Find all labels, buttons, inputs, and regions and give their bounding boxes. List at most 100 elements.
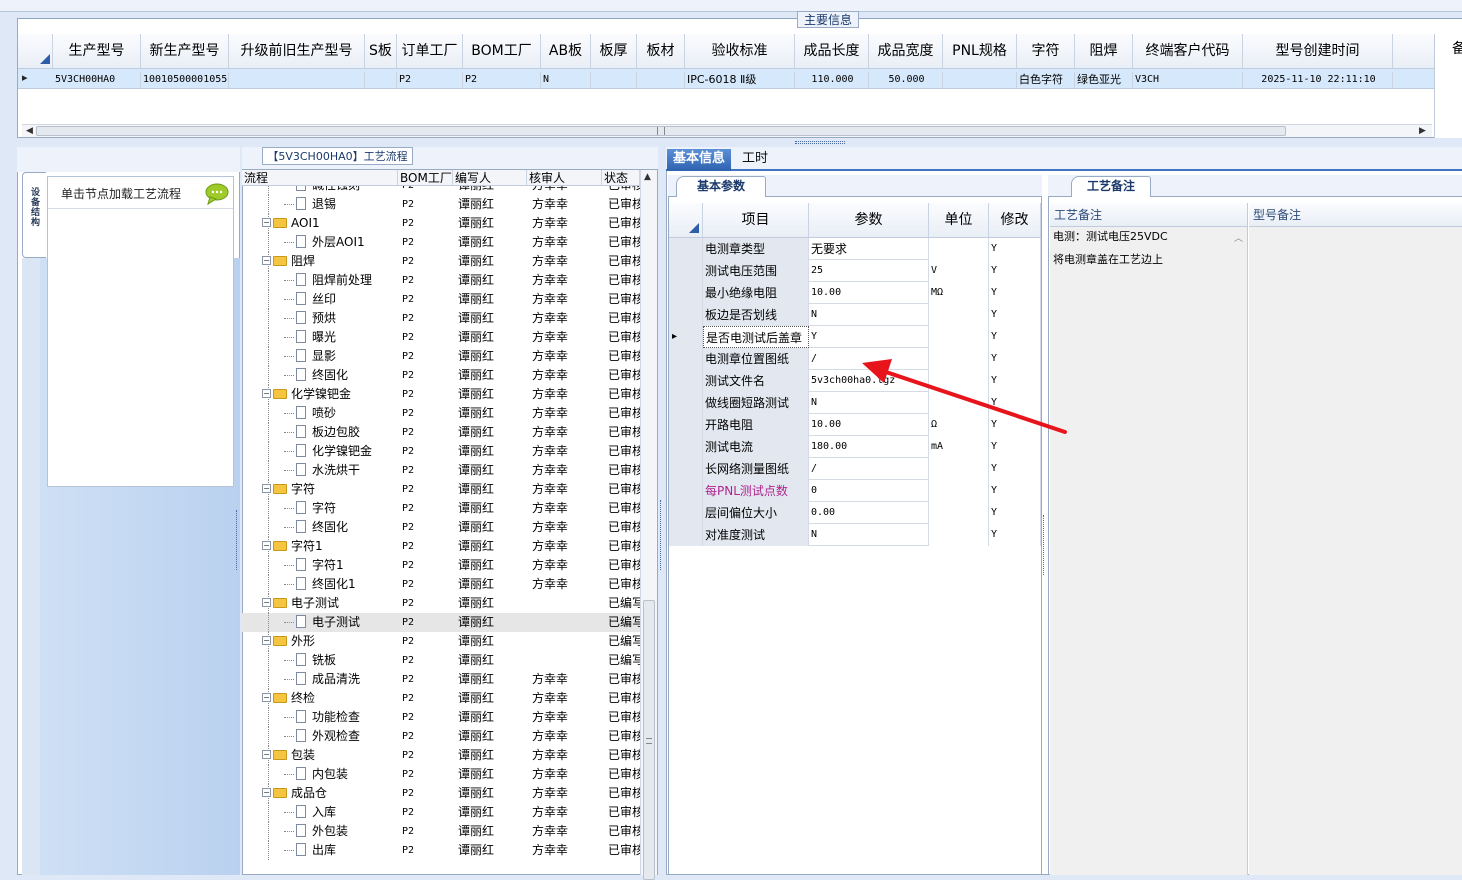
- param-param-cell[interactable]: 25: [809, 260, 929, 282]
- param-param-cell[interactable]: 无要求: [809, 238, 929, 260]
- column-header[interactable]: 字符: [1017, 34, 1075, 68]
- collapse-toggle-icon[interactable]: −: [262, 389, 271, 398]
- row-cell[interactable]: 10010500001055: [141, 72, 229, 88]
- param-param-cell[interactable]: 0: [809, 480, 929, 502]
- flow-column-header[interactable]: 编写人: [453, 170, 527, 185]
- flow-column-header[interactable]: BOM工厂: [398, 170, 453, 185]
- param-row[interactable]: 长网络测量图纸 / Y: [669, 458, 1041, 480]
- row-cell[interactable]: 50.000: [869, 72, 943, 88]
- flow-row[interactable]: 字符1 P2 谭丽红 方幸幸 已审核: [242, 556, 640, 575]
- param-row[interactable]: 对准度测试 N Y: [669, 524, 1041, 546]
- param-row[interactable]: ▸ 是否电测试后盖章 Y Y: [669, 326, 1041, 348]
- flow-row[interactable]: − AOI1 P2 谭丽红 方幸幸 已审核: [242, 214, 640, 233]
- row-cell[interactable]: P2: [397, 72, 463, 88]
- collapse-toggle-icon[interactable]: −: [262, 541, 271, 550]
- flow-row[interactable]: 内包装 P2 谭丽红 方幸幸 已审核: [242, 765, 640, 784]
- flow-row[interactable]: 外层AOI1 P2 谭丽红 方幸幸 已审核: [242, 233, 640, 252]
- flow-row[interactable]: 预烘 P2 谭丽红 方幸幸 已审核: [242, 309, 640, 328]
- collapse-toggle-icon[interactable]: −: [262, 598, 271, 607]
- main-grid-row[interactable]: ▸ 5V3CH00HA0 10010500001055 P2 P2 N IPC-6018 …: [18, 69, 1434, 89]
- param-row[interactable]: 电测章类型 无要求 Y: [669, 238, 1041, 260]
- params-splitter-grip-icon[interactable]: [1043, 515, 1047, 575]
- column-header[interactable]: AB板: [541, 34, 591, 68]
- flow-row[interactable]: − 化学镍钯金 P2 谭丽红 方幸幸 已审核: [242, 385, 640, 404]
- flow-row[interactable]: 电子测试 P2 谭丽红 已编写: [242, 613, 640, 632]
- collapse-toggle-icon[interactable]: −: [262, 218, 271, 227]
- column-header[interactable]: 板材: [637, 34, 685, 68]
- flow-vscrollbar[interactable]: ▲: [640, 170, 657, 880]
- column-header[interactable]: 成品宽度: [869, 34, 943, 68]
- column-header[interactable]: 阻焊: [1075, 34, 1133, 68]
- scroll-up-arrow-icon[interactable]: ▲: [644, 172, 651, 182]
- flow-row[interactable]: 入库 P2 谭丽红 方幸幸 已审核: [242, 803, 640, 822]
- row-cell[interactable]: V3CH: [1133, 72, 1243, 88]
- flow-row[interactable]: 外观检查 P2 谭丽红 方幸幸 已审核: [242, 727, 640, 746]
- collapse-toggle-icon[interactable]: −: [262, 693, 271, 702]
- column-header[interactable]: 订单工厂: [397, 34, 463, 68]
- row-cell[interactable]: [943, 72, 1017, 88]
- scroll-left-arrow-icon[interactable]: ◀: [26, 126, 33, 136]
- row-cell[interactable]: P2: [463, 72, 541, 88]
- column-header[interactable]: 板厚: [591, 34, 637, 68]
- row-cell[interactable]: 110.000: [795, 72, 869, 88]
- model-remarks-text[interactable]: [1249, 227, 1462, 875]
- flow-row[interactable]: 水洗烘干 P2 谭丽红 方幸幸 已审核: [242, 461, 640, 480]
- row-cell[interactable]: [591, 72, 637, 88]
- collapse-toggle-icon[interactable]: −: [262, 256, 271, 265]
- flow-row[interactable]: − 终检 P2 谭丽红 方幸幸 已审核: [242, 689, 640, 708]
- tab-basic-info[interactable]: 基本信息: [667, 149, 731, 171]
- flow-row[interactable]: 出库 P2 谭丽红 方幸幸 已审核: [242, 841, 640, 860]
- column-header[interactable]: PNL规格: [943, 34, 1017, 68]
- left-splitter-grip-icon[interactable]: [236, 510, 240, 570]
- collapse-toggle-icon[interactable]: −: [262, 750, 271, 759]
- mid-splitter-grip-icon[interactable]: [660, 500, 664, 570]
- flow-row[interactable]: − 阻焊 P2 谭丽红 方幸幸 已审核: [242, 252, 640, 271]
- flow-row[interactable]: 喷砂 P2 谭丽红 方幸幸 已审核: [242, 404, 640, 423]
- column-header[interactable]: 生产型号: [53, 34, 141, 68]
- flow-row[interactable]: 终固化 P2 谭丽红 方幸幸 已审核: [242, 518, 640, 537]
- collapse-toggle-icon[interactable]: −: [262, 636, 271, 645]
- row-cell[interactable]: 5V3CH00HA0: [53, 72, 141, 88]
- row-cell[interactable]: [365, 72, 397, 88]
- row-cell[interactable]: 绿色亚光: [1075, 72, 1133, 88]
- horizontal-splitter[interactable]: [0, 139, 1462, 146]
- param-row[interactable]: 最小绝缘电阻 10.00 MΩ Y: [669, 282, 1041, 304]
- flow-row[interactable]: − 电子测试 P2 谭丽红 已编写: [242, 594, 640, 613]
- flow-row[interactable]: 字符 P2 谭丽红 方幸幸 已审核: [242, 499, 640, 518]
- column-header[interactable]: S板: [365, 34, 397, 68]
- flow-row[interactable]: − 成品仓 P2 谭丽红 方幸幸 已审核: [242, 784, 640, 803]
- flow-row[interactable]: 成品清洗 P2 谭丽红 方幸幸 已审核: [242, 670, 640, 689]
- flow-column-header[interactable]: 状态: [602, 170, 640, 185]
- column-header[interactable]: 验收标准: [685, 34, 795, 68]
- tab-process-remarks[interactable]: 工艺备注: [1071, 176, 1151, 197]
- column-header[interactable]: 型号创建时间: [1243, 34, 1393, 68]
- flow-row[interactable]: 铣板 P2 谭丽红 已编写: [242, 651, 640, 670]
- param-param-cell[interactable]: /: [809, 458, 929, 480]
- param-row[interactable]: 层间偏位大小 0.00 Y: [669, 502, 1041, 524]
- param-row[interactable]: 每PNL测试点数 0 Y: [669, 480, 1041, 502]
- flow-row[interactable]: 外包装 P2 谭丽红 方幸幸 已审核: [242, 822, 640, 841]
- flow-column-header[interactable]: 流程: [242, 170, 398, 185]
- flow-row[interactable]: 退锡 P2 谭丽红 方幸幸 已审核: [242, 195, 640, 214]
- left-side-tab[interactable]: 设备结构: [22, 172, 46, 258]
- tab-work-hours[interactable]: 工时: [735, 149, 775, 171]
- collapse-toggle-icon[interactable]: −: [262, 788, 271, 797]
- param-param-cell[interactable]: 10.00: [809, 282, 929, 304]
- flow-row[interactable]: 功能检查 P2 谭丽红 方幸幸 已审核: [242, 708, 640, 727]
- splitter-grip-icon[interactable]: [795, 141, 845, 144]
- column-header[interactable]: 成品长度: [795, 34, 869, 68]
- flow-row[interactable]: − 字符1 P2 谭丽红 方幸幸 已审核: [242, 537, 640, 556]
- scroll-right-arrow-icon[interactable]: ▶: [1419, 126, 1426, 136]
- process-remarks-text[interactable]: 电测：测试电压25VDC 将电测章盖在工艺边上 ︿: [1050, 227, 1248, 875]
- flow-row[interactable]: 终固化 P2 谭丽红 方幸幸 已审核: [242, 366, 640, 385]
- flow-column-header[interactable]: 核审人: [527, 170, 602, 185]
- column-header[interactable]: 终端客户代码: [1133, 34, 1243, 68]
- flow-row[interactable]: 碱性蚀刻 P2 谭丽红方幸幸已审核: [242, 186, 640, 195]
- row-cell[interactable]: 2025-11-10 22:11:10: [1243, 72, 1393, 88]
- flow-row[interactable]: 曝光 P2 谭丽红 方幸幸 已审核: [242, 328, 640, 347]
- row-cell[interactable]: IPC-6018 Ⅱ级: [685, 72, 795, 88]
- param-param-cell[interactable]: Y: [809, 326, 929, 348]
- flow-row[interactable]: 显影 P2 谭丽红 方幸幸 已审核: [242, 347, 640, 366]
- flow-row[interactable]: − 包装 P2 谭丽红 方幸幸 已审核: [242, 746, 640, 765]
- tab-basic-params[interactable]: 基本参数: [676, 176, 766, 197]
